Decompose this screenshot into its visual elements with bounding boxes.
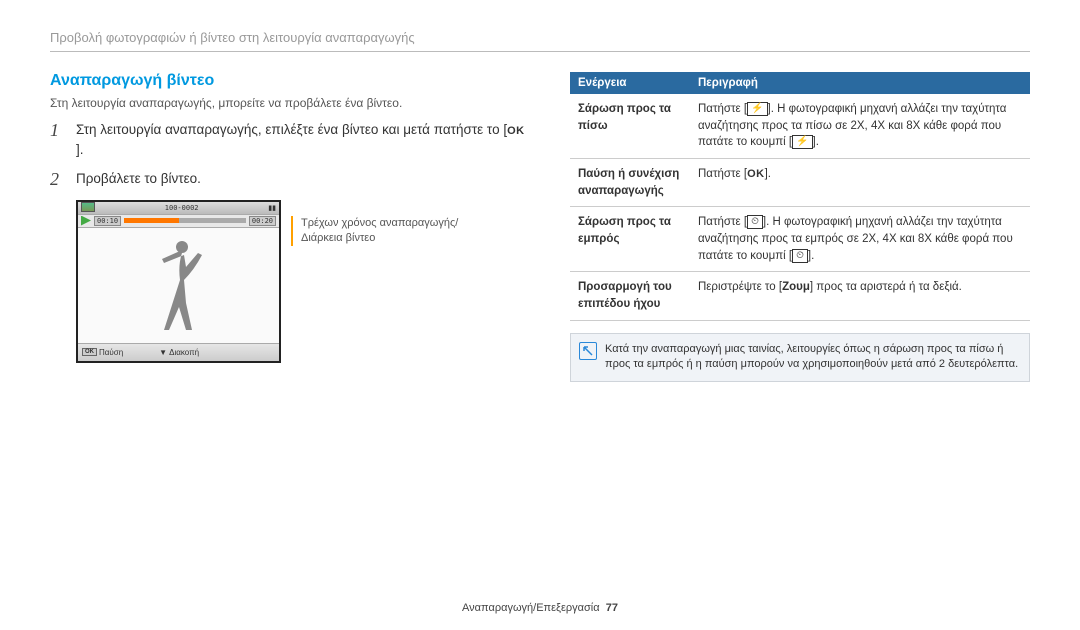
header-breadcrumb: Προβολή φωτογραφιών ή βίντεο στη λειτουρ… <box>50 30 1030 52</box>
step-number: 1 <box>50 120 68 161</box>
nav-icon: ⚡ <box>792 135 812 149</box>
video-preview <box>78 228 279 343</box>
action-label: Παύση ή συνέχιση αναπαραγωγής <box>570 159 690 207</box>
action-desc: Περιστρέψτε το [Ζουμ] προς τα αριστερά ή… <box>690 272 1030 320</box>
ok-icon: OK <box>507 123 525 140</box>
actions-table: Ενέργεια Περιγραφή Σάρωση προς τα πίσωΠα… <box>570 72 1030 321</box>
note-icon <box>579 342 597 360</box>
action-label: Σάρωση προς τα πίσω <box>570 94 690 159</box>
section-intro: Στη λειτουργία αναπαραγωγής, μπορείτε να… <box>50 96 530 110</box>
step-1: 1 Στη λειτουργία αναπαραγωγής, επιλέξτε … <box>50 120 530 161</box>
step1-part-b: ]. <box>76 142 84 157</box>
video-controls-bar: OK Παύση ▼ Διακοπή <box>78 343 279 361</box>
step-2: 2 Προβάλετε το βίντεο. <box>50 169 530 190</box>
stop-label: Διακοπή <box>169 348 199 357</box>
table-head-desc: Περιγραφή <box>690 72 1030 94</box>
ok-mini-icon: OK <box>82 348 97 356</box>
action-desc: Πατήστε [OK]. <box>690 159 1030 207</box>
page-number: 77 <box>606 602 618 614</box>
nav-icon: ⏲ <box>792 249 808 263</box>
note-text: Κατά την αναπαραγωγή μιας ταινίας, λειτο… <box>605 342 1021 373</box>
video-status-bar: 100-0002 ▮▮ <box>78 202 279 214</box>
table-head-action: Ενέργεια <box>570 72 690 94</box>
table-row: Σάρωση προς τα εμπρόςΠατήστε [⏲]. Η φωτο… <box>570 207 1030 272</box>
step-text: Στη λειτουργία αναπαραγωγής, επιλέξτε έν… <box>76 120 530 161</box>
thumbnail-icon <box>81 202 95 212</box>
video-annotation: Τρέχων χρόνος αναπαραγωγής/ Διάρκεια βίν… <box>291 200 458 363</box>
current-time: 00:10 <box>94 216 121 226</box>
progress-bar <box>124 218 246 223</box>
step-text: Προβάλετε το βίντεο. <box>76 169 201 190</box>
total-time: 00:20 <box>249 216 276 226</box>
video-player-mock: 100-0002 ▮▮ 00:10 00:20 <box>76 200 281 363</box>
table-row: Σάρωση προς τα πίσωΠατήστε [⚡]. Η φωτογρ… <box>570 94 1030 159</box>
page-footer: Αναπαραγωγή/Επεξεργασία 77 <box>0 602 1080 614</box>
pause-label: Παύση <box>99 348 123 357</box>
breadcrumb-text: Προβολή φωτογραφιών ή βίντεο στη λειτουρ… <box>50 30 415 45</box>
step-number: 2 <box>50 169 68 190</box>
footer-section: Αναπαραγωγή/Επεξεργασία <box>462 602 600 614</box>
step1-part-a: Στη λειτουργία αναπαραγωγής, επιλέξτε έν… <box>76 122 507 137</box>
table-row: Προσαρμογή του επιπέδου ήχουΠεριστρέψτε … <box>570 272 1030 320</box>
action-desc: Πατήστε [⚡]. Η φωτογραφική μηχανή αλλάζε… <box>690 94 1030 159</box>
zoom-label: Ζουμ <box>782 281 810 293</box>
down-icon: ▼ <box>159 348 167 357</box>
battery-icon: ▮▮ <box>268 204 276 212</box>
video-progress-row: 00:10 00:20 <box>78 214 279 228</box>
action-label: Προσαρμογή του επιπέδου ήχου <box>570 272 690 320</box>
note-box: Κατά την αναπαραγωγή μιας ταινίας, λειτο… <box>570 333 1030 382</box>
play-icon <box>81 216 91 226</box>
action-desc: Πατήστε [⏲]. Η φωτογραφική μηχανή αλλάζε… <box>690 207 1030 272</box>
video-resolution: 100-0002 <box>165 204 199 212</box>
section-title: Αναπαραγωγή βίντεο <box>50 72 530 90</box>
nav-icon: ⏲ <box>747 215 763 229</box>
nav-icon: ⚡ <box>747 102 767 116</box>
action-label: Σάρωση προς τα εμπρός <box>570 207 690 272</box>
annotation-line1: Τρέχων χρόνος αναπαραγωγής/ <box>301 217 458 229</box>
ok-icon: OK <box>747 167 765 183</box>
table-row: Παύση ή συνέχιση αναπαραγωγήςΠατήστε [OK… <box>570 159 1030 207</box>
annotation-line2: Διάρκεια βίντεο <box>301 232 375 244</box>
dancer-silhouette-icon <box>144 235 214 335</box>
